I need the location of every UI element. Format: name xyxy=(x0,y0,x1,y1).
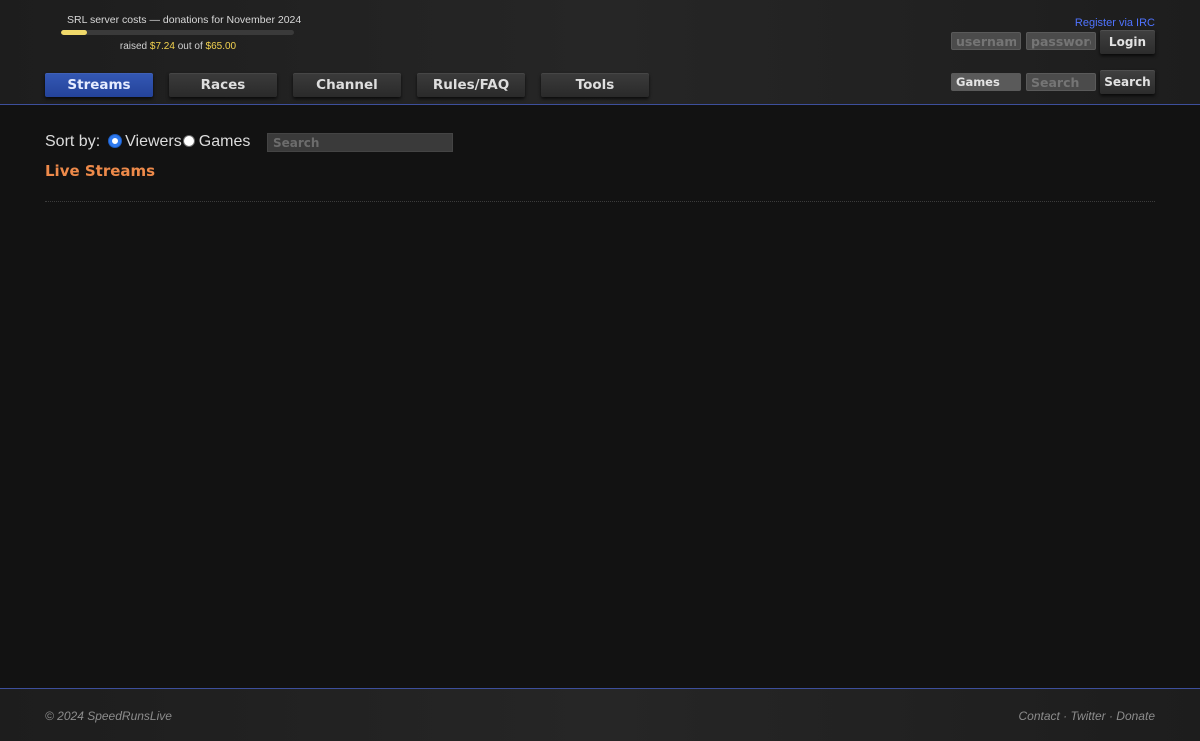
donation-raised-mid: out of xyxy=(177,41,203,52)
register-via-irc-link[interactable]: Register via IRC xyxy=(1075,17,1155,29)
search-category-select[interactable]: Games xyxy=(951,73,1021,91)
tab-rules-faq[interactable]: Rules/FAQ xyxy=(417,73,525,97)
tab-channel[interactable]: Channel xyxy=(293,73,401,97)
site-header: SRL server costs — donations for Novembe… xyxy=(0,0,1200,105)
footer-link-donate[interactable]: Donate xyxy=(1116,709,1155,723)
donation-goal-amount: $65.00 xyxy=(205,41,237,52)
donation-title: SRL server costs — donations for Novembe… xyxy=(67,14,302,26)
username-input[interactable] xyxy=(951,32,1021,50)
content-divider xyxy=(45,201,1155,202)
site-footer: © 2024 SpeedRunsLive Contact · Twitter ·… xyxy=(0,688,1200,741)
sort-controls: Sort by: Viewers Games xyxy=(45,131,250,153)
tab-streams[interactable]: Streams xyxy=(45,73,153,97)
login-button[interactable]: Login xyxy=(1100,30,1155,54)
footer-links: Contact · Twitter · Donate xyxy=(1018,709,1155,723)
footer-link-twitter[interactable]: Twitter xyxy=(1071,709,1106,723)
sort-games-radio[interactable] xyxy=(182,135,195,147)
donation-raised-prefix: raised xyxy=(119,41,148,52)
sort-label: Sort by: xyxy=(45,133,101,150)
footer-separator: · xyxy=(1059,709,1071,723)
tab-races[interactable]: Races xyxy=(169,73,277,97)
footer-separator: · xyxy=(1105,709,1117,723)
live-streams-heading: Live Streams xyxy=(45,162,156,180)
stream-search-input[interactable] xyxy=(267,133,453,152)
tab-tools[interactable]: Tools xyxy=(541,73,649,97)
sort-viewers-label[interactable]: Viewers xyxy=(125,133,182,151)
footer-link-contact[interactable]: Contact xyxy=(1018,709,1059,723)
donation-raised-text: raised $7.24 out of $65.00 xyxy=(60,41,296,52)
sort-games-label[interactable]: Games xyxy=(199,133,251,151)
password-input[interactable] xyxy=(1026,32,1096,50)
donation-progress-bar xyxy=(61,30,294,35)
donation-raised-amount: $7.24 xyxy=(149,41,175,52)
header-search-input[interactable] xyxy=(1026,73,1096,91)
donation-progress-fill xyxy=(61,30,87,35)
copyright-text: © 2024 SpeedRunsLive xyxy=(45,709,172,723)
sort-viewers-radio[interactable] xyxy=(109,135,122,147)
header-search-button[interactable]: Search xyxy=(1100,70,1155,94)
